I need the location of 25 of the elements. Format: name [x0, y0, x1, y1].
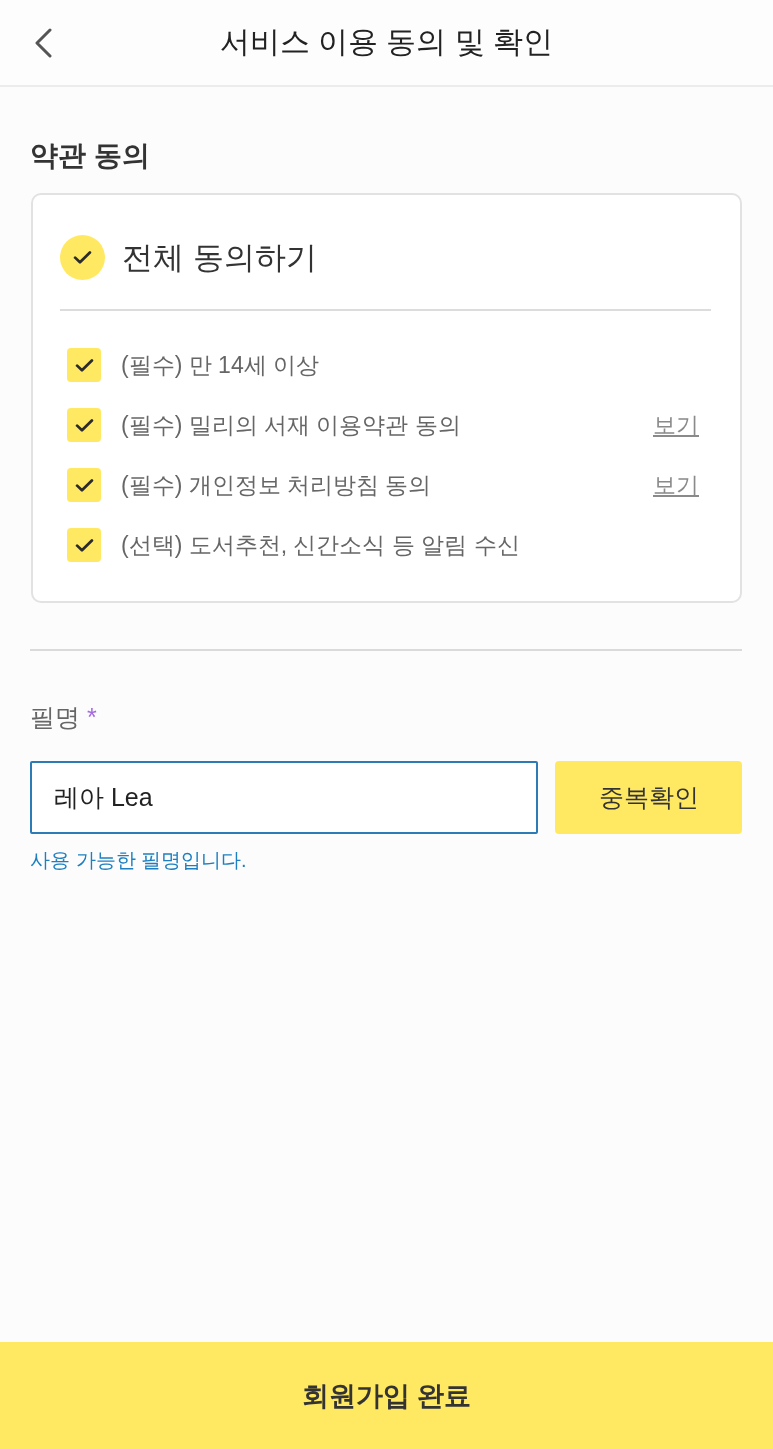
- checkbox[interactable]: [67, 468, 101, 502]
- checkbox[interactable]: [67, 348, 101, 382]
- term-label: (필수) 만 14세 이상: [121, 350, 321, 380]
- term-label: (필수) 개인정보 처리방침 동의: [121, 470, 433, 500]
- checkbox[interactable]: [67, 408, 101, 442]
- agree-all-label: 전체 동의하기: [122, 238, 317, 277]
- agree-all-checkbox[interactable]: [60, 235, 105, 280]
- back-button[interactable]: [34, 27, 52, 58]
- term-label: (선택) 도서추천, 신간소식 등 알림 수신: [121, 530, 521, 560]
- check-icon: [73, 250, 92, 265]
- check-icon: [74, 417, 94, 433]
- term-label: (필수) 밀리의 서재 이용약관 동의: [121, 410, 462, 440]
- required-mark: *: [87, 702, 97, 733]
- check-icon: [74, 357, 94, 373]
- back-icon: [34, 27, 52, 58]
- check-icon: [74, 537, 94, 553]
- checkbox[interactable]: [67, 528, 101, 562]
- availability-message: 사용 가능한 필명입니다.: [30, 848, 248, 873]
- check-icon: [74, 477, 94, 493]
- field-label: 필명: [30, 702, 80, 733]
- section-title: 약관 동의: [30, 139, 151, 173]
- signup-complete-button[interactable]: 회원가입 완료: [0, 1342, 773, 1449]
- page-title: 서비스 이용 동의 및 확인: [219, 24, 554, 60]
- nickname-field[interactable]: 레아 Lea: [30, 761, 538, 834]
- duplicate-check-button[interactable]: 중복확인: [555, 761, 742, 834]
